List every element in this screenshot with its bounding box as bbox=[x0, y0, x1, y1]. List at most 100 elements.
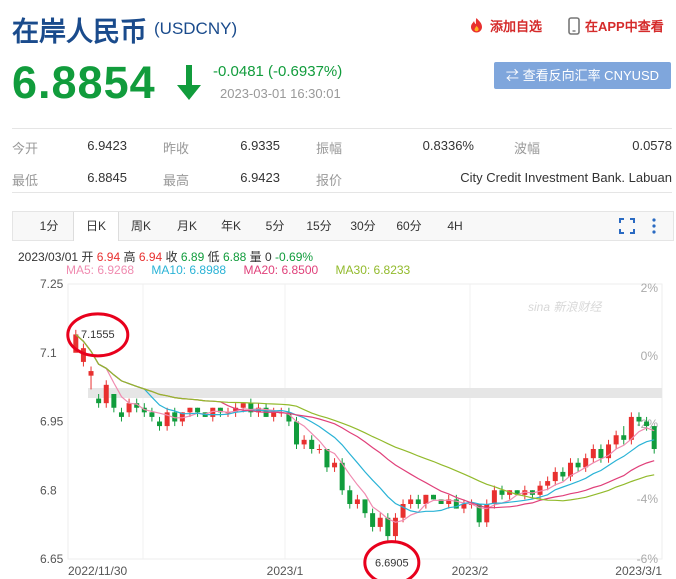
ohlc-volume: 0 bbox=[265, 250, 272, 264]
x-tick-label: 2022/11/30 bbox=[68, 564, 127, 578]
stat-value: 6.9423 bbox=[240, 170, 280, 185]
ohlc-high: 6.94 bbox=[138, 250, 163, 264]
candle-body bbox=[294, 421, 300, 445]
tab-60min[interactable]: 60分 bbox=[387, 212, 431, 240]
tab-weekly-k[interactable]: 周K bbox=[119, 212, 163, 240]
candlestick-chart[interactable]: sina 新浪财经7.257.16.956.86.652%0%-2%-4%-6%… bbox=[0, 276, 676, 579]
ohlc-low: 6.88 bbox=[222, 250, 247, 264]
candle-body bbox=[377, 517, 383, 527]
candle-body bbox=[491, 490, 497, 504]
tab-daily-k[interactable]: 日K bbox=[73, 212, 119, 241]
quote-time: 2023-03-01 16:30:01 bbox=[220, 86, 341, 101]
symbol-code: (USDCNY) bbox=[154, 19, 238, 38]
ohlc-date: 2023/03/01 bbox=[18, 250, 79, 264]
candle-body bbox=[187, 407, 193, 413]
candle-body bbox=[271, 412, 277, 417]
candle-body bbox=[430, 494, 436, 500]
low-annotation: 6.6905 bbox=[375, 558, 409, 570]
stat-label: 昨收 bbox=[163, 141, 190, 156]
stat-label: 最低 bbox=[12, 173, 39, 188]
ohlc-high-label: 高 bbox=[123, 250, 136, 264]
add-favorite-label: 添加自选 bbox=[490, 19, 543, 34]
stat-label: 振幅 bbox=[316, 141, 343, 156]
stat-value: 6.9335 bbox=[240, 138, 280, 153]
candle-body bbox=[88, 371, 94, 376]
candle-body bbox=[96, 398, 102, 404]
pct-tick-label: 0% bbox=[641, 349, 659, 363]
ohlc-open: 6.94 bbox=[96, 250, 121, 264]
candle-body bbox=[621, 435, 627, 440]
candle-body bbox=[590, 449, 596, 459]
candle-body bbox=[332, 462, 338, 468]
tab-1min[interactable]: 1分 bbox=[27, 212, 71, 240]
y-tick-label: 6.8 bbox=[40, 483, 57, 497]
view-reverse-rate-button[interactable]: ⇄ 查看反向汇率 CNYUSD bbox=[494, 62, 671, 89]
ohlc-low-label: 低 bbox=[207, 250, 220, 264]
candle-body bbox=[560, 471, 566, 477]
x-tick-label: 2023/3/1 bbox=[615, 564, 662, 578]
ma30-line bbox=[75, 333, 655, 502]
title-bar: 在岸人民币 (USDCNY) 添加自选 在APP中查看 bbox=[12, 8, 672, 47]
candle-body bbox=[362, 499, 368, 514]
candle-body bbox=[240, 403, 246, 408]
candle-body bbox=[370, 513, 376, 527]
tab-monthly-k[interactable]: 月K bbox=[165, 212, 209, 240]
arrow-down-icon bbox=[177, 65, 201, 100]
open-in-app-label: 在APP中查看 bbox=[585, 19, 664, 34]
pct-tick-label: -4% bbox=[637, 492, 659, 506]
candle-body bbox=[324, 449, 330, 468]
stat-label: 今开 bbox=[12, 141, 39, 156]
candle-body bbox=[126, 403, 132, 413]
candle-body bbox=[415, 499, 421, 504]
pct-tick-label: 2% bbox=[641, 281, 659, 295]
swap-icon: ⇄ bbox=[505, 68, 519, 83]
candle-body bbox=[613, 435, 619, 445]
candle-body bbox=[118, 412, 124, 417]
stat-value: 6.9423 bbox=[87, 138, 127, 153]
candle-body bbox=[552, 471, 558, 482]
tab-30min[interactable]: 30分 bbox=[341, 212, 385, 240]
fullscreen-icon[interactable] bbox=[619, 218, 635, 234]
flame-icon bbox=[471, 18, 482, 33]
tab-15min[interactable]: 15分 bbox=[297, 212, 341, 240]
ohlc-volume-label: 量 bbox=[249, 250, 262, 264]
candle-body bbox=[636, 416, 642, 422]
ma20-legend: MA20: 6.8500 bbox=[243, 263, 319, 277]
y-tick-label: 7.1 bbox=[40, 346, 57, 360]
candle-body bbox=[316, 449, 322, 450]
ohlc-close-label: 收 bbox=[165, 250, 178, 264]
candle-body bbox=[408, 499, 414, 504]
candle-body bbox=[354, 499, 360, 504]
ma5-legend: MA5: 6.9268 bbox=[66, 263, 135, 277]
candle-body bbox=[385, 517, 391, 537]
ma30-legend: MA30: 6.8233 bbox=[335, 263, 411, 277]
candle-body bbox=[309, 439, 315, 449]
candle-body bbox=[347, 490, 353, 504]
y-tick-label: 7.25 bbox=[40, 277, 64, 291]
ohlc-pct: -0.69% bbox=[275, 250, 314, 264]
tab-4h[interactable]: 4H bbox=[433, 212, 477, 240]
tab-yearly-k[interactable]: 年K bbox=[209, 212, 253, 240]
ma-legend: MA5: 6.9268 MA10: 6.8988 MA20: 6.8500 MA… bbox=[66, 263, 424, 277]
more-icon[interactable] bbox=[651, 218, 657, 234]
stat-label: 报价 bbox=[316, 173, 343, 188]
candle-body bbox=[499, 490, 505, 495]
highlight-band bbox=[88, 388, 662, 398]
high-annotation: 7.1555 bbox=[81, 329, 115, 341]
stat-value: 0.0578 bbox=[632, 138, 672, 153]
ma10-line bbox=[75, 333, 655, 513]
stat-value: City Credit Investment Bank. Labuan bbox=[460, 170, 672, 185]
tab-5min[interactable]: 5分 bbox=[253, 212, 297, 240]
candle-body bbox=[598, 449, 604, 459]
candle-body bbox=[149, 412, 155, 417]
add-favorite-button[interactable]: 添加自选 bbox=[468, 16, 542, 35]
candle-body bbox=[195, 407, 201, 413]
candle-body bbox=[301, 439, 307, 445]
x-tick-label: 2023/1 bbox=[267, 564, 304, 578]
price-change: -0.0481 (-0.6937%) bbox=[213, 63, 343, 80]
candle-body bbox=[575, 462, 581, 468]
ohlc-open-label: 开 bbox=[81, 250, 94, 264]
candle-body bbox=[545, 481, 551, 486]
open-in-app-button[interactable]: 在APP中查看 bbox=[568, 16, 664, 35]
candle-body bbox=[111, 394, 117, 408]
